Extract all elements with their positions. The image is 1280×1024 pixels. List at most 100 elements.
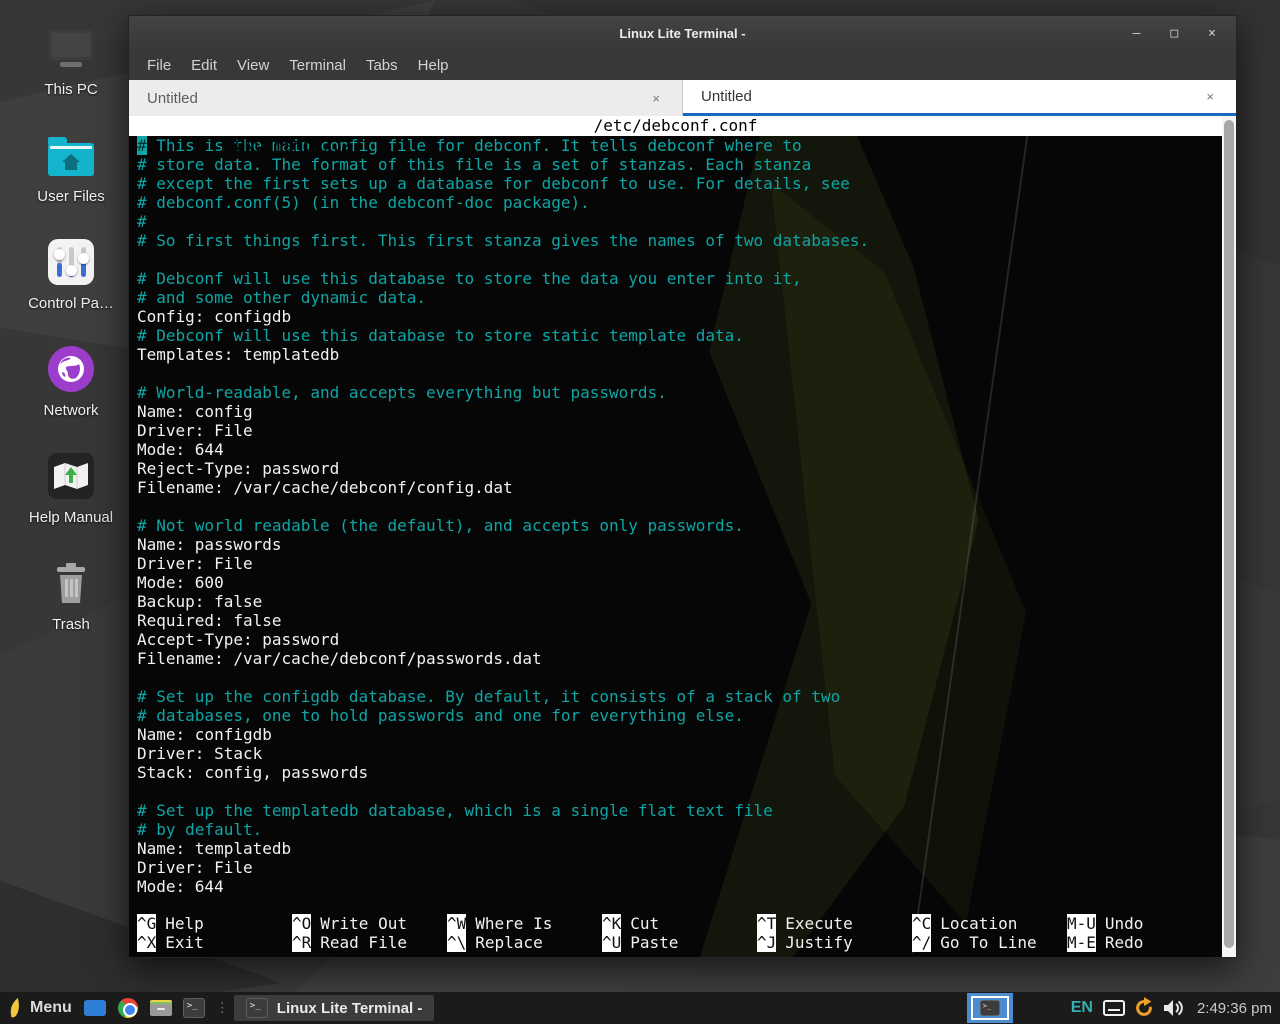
desktop-icon-control-panel[interactable]: Control Pa…	[12, 238, 130, 312]
menu-button-label: Menu	[30, 999, 72, 1017]
desktop-icon-label: User Files	[37, 188, 105, 205]
terminal-line: # Set up the configdb database. By defau…	[137, 687, 1222, 706]
terminal-line: Mode: 644	[137, 440, 1222, 459]
volume-icon[interactable]	[1163, 999, 1183, 1017]
file-manager-icon[interactable]	[148, 995, 174, 1021]
terminal-line: # databases, one to hold passwords and o…	[137, 706, 1222, 725]
tray-terminal-preview[interactable]: >_	[967, 993, 1013, 1023]
task-button-terminal[interactable]: >_ Linux Lite Terminal -	[234, 995, 435, 1021]
terminal-line: # World-readable, and accepts everything…	[137, 383, 1222, 402]
nano-shortcut-cut: ^KCut	[602, 914, 757, 933]
menu-item-view[interactable]: View	[227, 57, 279, 74]
manual-book-icon	[47, 452, 95, 500]
nano-shortcut-execute: ^TExecute	[757, 914, 912, 933]
terminal-icon: >_	[980, 1000, 1000, 1016]
desktop-icon-user-files[interactable]: User Files	[12, 131, 130, 205]
terminal-line: Templates: templatedb	[137, 345, 1222, 364]
terminal-line: Filename: /var/cache/debconf/config.dat	[137, 478, 1222, 497]
nano-title-bar: GNU nano 7.2 /etc/debconf.conf	[129, 116, 1222, 136]
nano-shortcut-undo: M-UUndo	[1067, 914, 1222, 933]
desktop-icon-label: Help Manual	[29, 509, 113, 526]
tab-untitled-2[interactable]: Untitled ×	[683, 80, 1236, 116]
terminal-line: # Debconf will use this database to stor…	[137, 269, 1222, 288]
nano-shortcut-bar: ^GHelp^OWrite Out^WWhere Is^KCut^TExecut…	[129, 914, 1222, 957]
terminal-line: Required: false	[137, 611, 1222, 630]
menu-button[interactable]: Menu	[8, 997, 72, 1019]
terminal-line: Driver: File	[137, 421, 1222, 440]
terminal-line: # except the first sets up a database fo…	[137, 174, 1222, 193]
computer-icon	[47, 24, 95, 72]
desktop-icon-label: Network	[43, 402, 98, 419]
clock[interactable]: 2:49:36 pm	[1197, 1000, 1272, 1017]
menu-item-terminal[interactable]: Terminal	[279, 57, 356, 74]
scrollbar-thumb[interactable]	[1224, 120, 1234, 948]
terminal-line: # Not world readable (the default), and …	[137, 516, 1222, 535]
nano-shortcut-redo: M-ERedo	[1067, 933, 1222, 952]
keyboard-layout-indicator[interactable]: EN	[1071, 999, 1093, 1017]
maximize-button[interactable]: □	[1170, 16, 1178, 51]
close-button[interactable]: ×	[1208, 16, 1216, 51]
updates-icon[interactable]	[1133, 997, 1155, 1019]
tab-label: Untitled	[701, 88, 752, 105]
terminal-line: Name: config	[137, 402, 1222, 421]
minimize-button[interactable]: –	[1133, 16, 1141, 51]
desktop-icon-label: This PC	[44, 81, 97, 98]
chrome-browser-icon[interactable]	[115, 995, 141, 1021]
terminal-line	[137, 782, 1222, 801]
terminal-line	[137, 364, 1222, 383]
trash-icon	[47, 559, 95, 607]
terminal-launcher-icon[interactable]: >_	[181, 995, 207, 1021]
terminal-window: Linux Lite Terminal - – □ × FileEditView…	[128, 15, 1237, 958]
terminal-screen[interactable]: GNU nano 7.2 /etc/debconf.conf # This is…	[129, 116, 1236, 957]
nano-text-area[interactable]: # This is the main config file for debco…	[129, 136, 1222, 914]
terminal-line: # debconf.conf(5) (in the debconf-doc pa…	[137, 193, 1222, 212]
terminal-line: # Debconf will use this database to stor…	[137, 326, 1222, 345]
nano-version: GNU nano 7.2	[235, 136, 351, 155]
scrollbar-track[interactable]	[1222, 116, 1236, 957]
terminal-line	[137, 668, 1222, 687]
tab-bar: Untitled × Untitled ×	[129, 80, 1236, 116]
terminal-line: Config: configdb	[137, 307, 1222, 326]
workspace-icon[interactable]	[82, 995, 108, 1021]
desktop: This PC User Files Control Pa…	[0, 0, 1280, 1024]
terminal-line: # Set up the templatedb database, which …	[137, 801, 1222, 820]
menubar: FileEditViewTerminalTabsHelp	[129, 51, 1236, 80]
taskbar: Menu >_ ⋮ >_ Linux Lite Terminal - >_ EN	[0, 992, 1280, 1024]
desktop-icon-network[interactable]: Network	[12, 345, 130, 419]
globe-icon	[47, 345, 95, 393]
terminal-line: Reject-Type: password	[137, 459, 1222, 478]
terminal-line: Mode: 644	[137, 877, 1222, 896]
sliders-icon	[47, 238, 95, 286]
desktop-icon-trash[interactable]: Trash	[12, 559, 130, 633]
terminal-line: Driver: File	[137, 554, 1222, 573]
desktop-icon-this-pc[interactable]: This PC	[12, 24, 130, 98]
desktop-icon-help-manual[interactable]: Help Manual	[12, 452, 130, 526]
taskbar-handle[interactable]: ⋮	[216, 1000, 228, 1016]
menu-item-file[interactable]: File	[137, 57, 181, 74]
menu-item-help[interactable]: Help	[408, 57, 459, 74]
terminal-line: Driver: Stack	[137, 744, 1222, 763]
terminal-line: Name: templatedb	[137, 839, 1222, 858]
tab-close-icon[interactable]: ×	[1202, 87, 1218, 106]
nano-editor: GNU nano 7.2 /etc/debconf.conf # This is…	[129, 116, 1222, 957]
tab-untitled-1[interactable]: Untitled ×	[129, 80, 683, 116]
titlebar[interactable]: Linux Lite Terminal - – □ ×	[129, 16, 1236, 51]
nano-shortcut-paste: ^UPaste	[602, 933, 757, 952]
task-button-label: Linux Lite Terminal -	[277, 1000, 423, 1017]
menu-item-edit[interactable]: Edit	[181, 57, 227, 74]
tab-label: Untitled	[147, 90, 198, 107]
terminal-line: Stack: config, passwords	[137, 763, 1222, 782]
terminal-line: #	[137, 212, 1222, 231]
tab-close-icon[interactable]: ×	[648, 89, 664, 108]
window-title: Linux Lite Terminal -	[129, 26, 1236, 41]
desktop-icon-label: Control Pa…	[28, 295, 114, 312]
terminal-line: # and some other dynamic data.	[137, 288, 1222, 307]
terminal-line: Driver: File	[137, 858, 1222, 877]
keyboard-icon[interactable]	[1103, 1000, 1125, 1016]
menu-item-tabs[interactable]: Tabs	[356, 57, 408, 74]
nano-shortcut-location: ^CLocation	[912, 914, 1067, 933]
terminal-line: Backup: false	[137, 592, 1222, 611]
nano-shortcut-help: ^GHelp	[137, 914, 292, 933]
nano-shortcut-write-out: ^OWrite Out	[292, 914, 447, 933]
nano-shortcut-go-to-line: ^/Go To Line	[912, 933, 1067, 952]
